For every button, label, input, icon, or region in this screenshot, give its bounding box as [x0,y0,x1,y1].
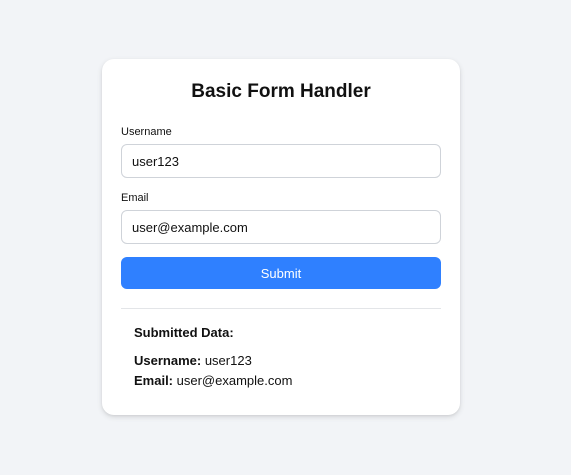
submitted-email-value: user@example.com [176,373,293,388]
submitted-username-key: Username: [134,353,202,368]
submitted-data-panel: Submitted Data: Username: user123 Email:… [121,325,441,391]
email-label: Email [121,192,149,204]
username-label: Username [121,126,172,138]
form-card: Basic Form Handler Username Email Submit… [102,59,460,415]
submitted-username-value: user123 [204,353,252,368]
divider [121,308,441,309]
form-title: Basic Form Handler [191,81,371,102]
username-input[interactable] [121,144,441,178]
email-input[interactable] [121,210,441,244]
submitted-email-key: Email: [134,373,174,388]
submit-button[interactable]: Submit [121,257,441,289]
submitted-username-row: Username: user123 [134,351,441,371]
submitted-email-row: Email: user@example.com [134,371,441,391]
submitted-data-heading: Submitted Data: [134,325,234,340]
